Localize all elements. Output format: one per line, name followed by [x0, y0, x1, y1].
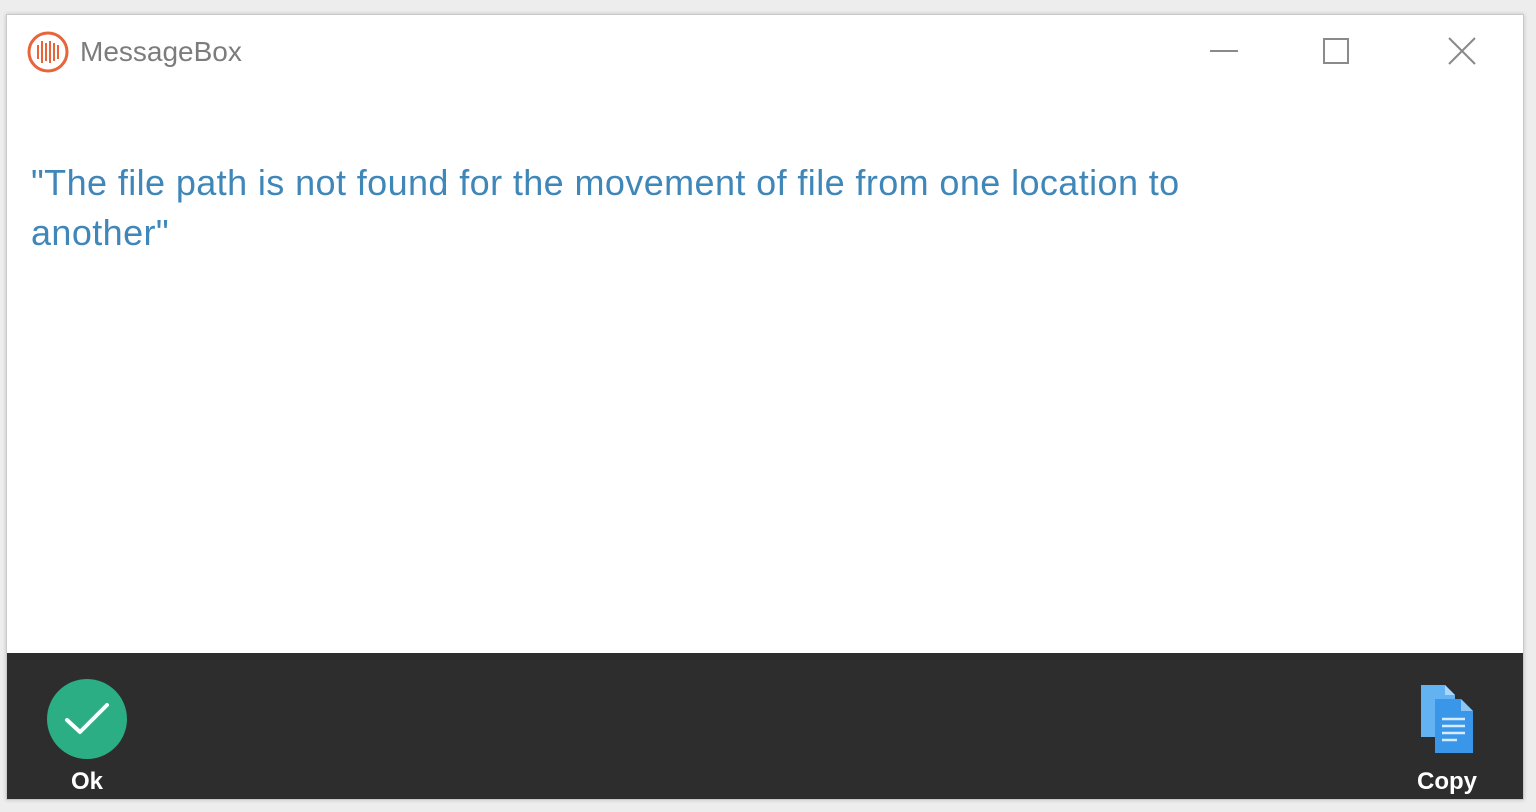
- maximize-icon: [1323, 38, 1349, 64]
- minimize-button[interactable]: [1189, 25, 1259, 77]
- maximize-button[interactable]: [1301, 25, 1371, 77]
- copy-label: Copy: [1417, 768, 1477, 795]
- messagebox-window: MessageBox "The file path is not found f…: [6, 14, 1524, 800]
- message-text: "The file path is not found for the move…: [31, 162, 1180, 253]
- copy-documents-icon: [1421, 685, 1473, 753]
- close-icon: [1448, 37, 1476, 65]
- messagebox-app-icon: [27, 31, 69, 73]
- ok-circle: [47, 679, 127, 759]
- minimize-icon: [1210, 50, 1238, 52]
- copy-button[interactable]: Copy: [1399, 681, 1495, 795]
- checkmark-icon: [65, 703, 109, 734]
- button-bar: Ok Copy: [7, 653, 1523, 799]
- close-button[interactable]: [1427, 25, 1497, 77]
- ok-label: Ok: [70, 768, 103, 795]
- ok-button[interactable]: Ok: [45, 677, 129, 795]
- title-bar[interactable]: MessageBox: [7, 15, 1523, 87]
- window-title: MessageBox: [80, 36, 242, 67]
